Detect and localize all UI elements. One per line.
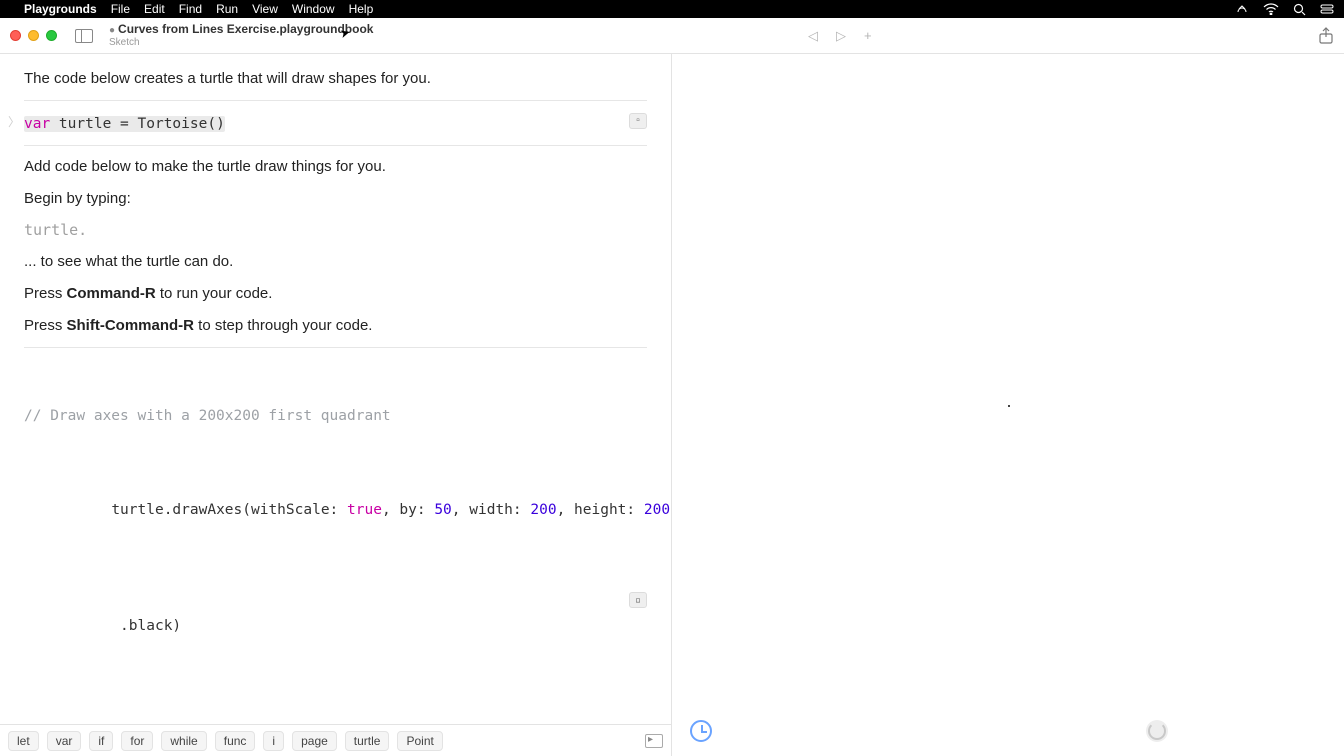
menu-find[interactable]: Find [179,2,202,16]
snippet-for[interactable]: for [121,731,153,751]
snippet-if[interactable]: if [89,731,113,751]
status-wifi-icon[interactable] [1263,3,1279,15]
snippet-i[interactable]: i [263,731,284,751]
snippet-let[interactable]: let [8,731,39,751]
close-window-button[interactable] [10,30,21,41]
document-subtitle: Sketch [109,37,373,48]
code-block-main[interactable]: // Draw axes with a 200x200 first quadra… [24,358,647,724]
menu-view[interactable]: View [252,2,278,16]
snippet-turtle[interactable]: turtle [345,731,390,751]
code-editor[interactable]: The code below creates a turtle that wil… [0,54,671,724]
activity-spinner-icon [1146,720,1168,742]
menu-help[interactable]: Help [349,2,374,16]
document-title: ●Curves from Lines Exercise.playgroundbo… [109,23,373,36]
app-menu[interactable]: Playgrounds [24,2,97,16]
status-backup-icon[interactable] [1235,3,1249,15]
result-inline-2[interactable]: ▫ [629,592,647,608]
share-button[interactable] [1318,27,1334,45]
nav-add-button[interactable]: + [864,28,872,43]
menu-edit[interactable]: Edit [144,2,165,16]
nav-next-button[interactable]: ▷ [836,28,846,44]
snippet-var[interactable]: var [47,731,82,751]
titlebar: ●Curves from Lines Exercise.playgroundbo… [0,18,1344,54]
snippet-while[interactable]: while [161,731,206,751]
snippet-point[interactable]: Point [397,731,442,751]
status-search-icon[interactable] [1293,3,1306,16]
zoom-window-button[interactable] [46,30,57,41]
run-clock-icon[interactable] [690,720,712,742]
status-control-center-icon[interactable] [1320,3,1334,15]
window-controls [10,30,57,41]
live-view [672,54,1344,756]
menu-window[interactable]: Window [292,2,335,16]
menu-run[interactable]: Run [216,2,238,16]
prose-add: Add code below to make the turtle draw t… [24,156,647,178]
code-hint: turtle. [24,221,87,239]
canvas-origin-dot [1008,405,1010,407]
snippet-func[interactable]: func [215,731,256,751]
menubar: Playgrounds File Edit Find Run View Wind… [0,0,1344,18]
toggle-sidebar-button[interactable] [75,29,93,43]
menu-file[interactable]: File [111,2,130,16]
minimize-window-button[interactable] [28,30,39,41]
result-inline-1[interactable]: ▫ [629,113,647,129]
prose-run-hint: Press Command-R to run your code. [24,283,647,305]
snippet-page[interactable]: page [292,731,337,751]
prose-step-hint: Press Shift-Command-R to step through yo… [24,315,647,337]
prose-begin: Begin by typing: [24,188,647,210]
run-snippet-button[interactable] [645,734,663,748]
nav-prev-button[interactable]: ◁ [808,28,818,44]
snippet-bar: let var if for while func i page turtle … [0,724,671,756]
prose-see: ... to see what the turtle can do. [24,251,647,273]
gutter-run-marker[interactable]: 〉 [8,113,20,130]
prose-intro: The code below creates a turtle that wil… [24,68,647,90]
